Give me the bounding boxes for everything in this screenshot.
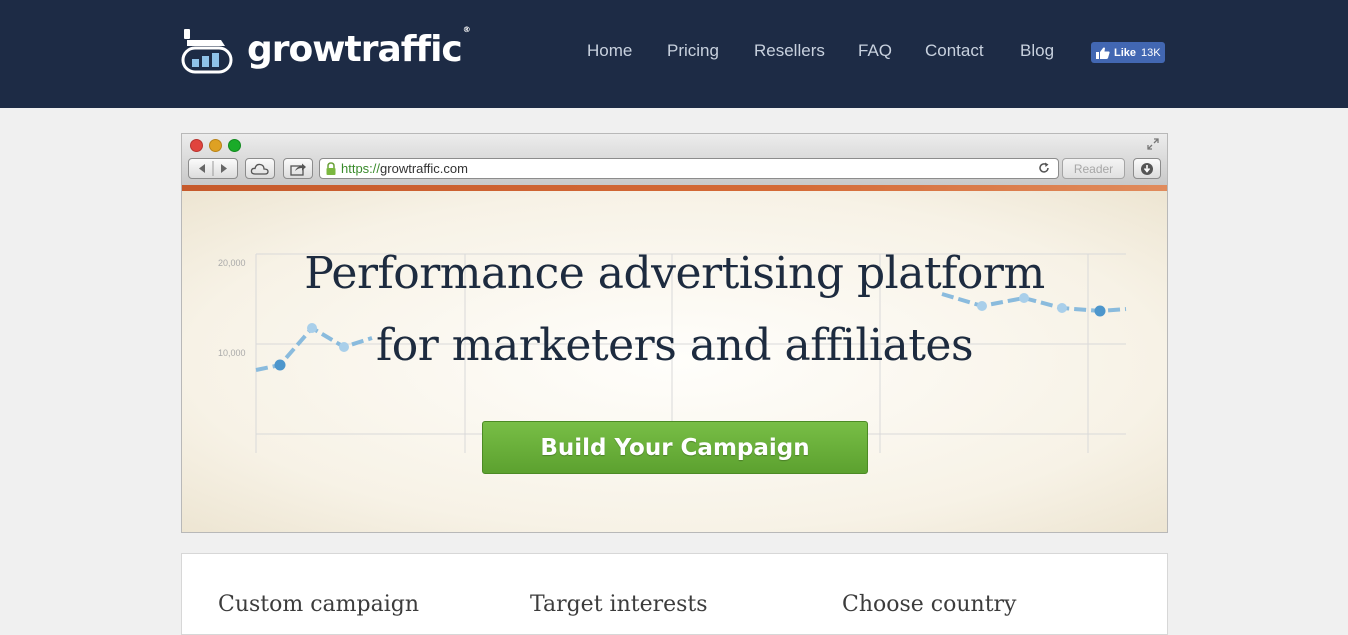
features-panel: Custom campaign Target interests Choose … xyxy=(181,553,1168,635)
url-scheme: https:// xyxy=(341,161,381,176)
reload-icon[interactable] xyxy=(1038,162,1050,174)
downloads-button[interactable] xyxy=(1133,158,1161,179)
address-bar[interactable]: https://growtraffic.com xyxy=(319,158,1059,179)
back-forward-arrows-icon xyxy=(199,161,227,176)
hero-section: 20,000 10,000 Performance advertising pl… xyxy=(182,191,1167,532)
browser-mockup: https://growtraffic.com Reader 20,000 10… xyxy=(181,133,1168,533)
feature-custom-campaign: Custom campaign xyxy=(218,592,420,617)
url-host: growtraffic.com xyxy=(380,161,468,176)
like-count: 13K xyxy=(1141,46,1161,59)
window-zoom-light xyxy=(228,139,241,152)
icloud-tabs-button[interactable] xyxy=(245,158,275,179)
window-close-light xyxy=(190,139,203,152)
thumbs-up-icon xyxy=(1096,47,1110,59)
download-icon xyxy=(1141,162,1153,175)
nav-blog[interactable]: Blog xyxy=(1020,41,1054,61)
hero-headline-line-2: for marketers and affiliates xyxy=(375,320,974,371)
nav-resellers[interactable]: Resellers xyxy=(754,41,825,61)
logo-truck-icon xyxy=(181,29,233,74)
fullscreen-expand-icon xyxy=(1147,138,1159,150)
share-button[interactable] xyxy=(283,158,313,179)
lock-icon xyxy=(326,161,336,175)
cloud-icon xyxy=(250,163,269,175)
browser-toolbar: https://growtraffic.com Reader xyxy=(182,134,1167,186)
nav-pricing[interactable]: Pricing xyxy=(667,41,719,61)
facebook-like-button[interactable]: Like 13K xyxy=(1091,42,1165,63)
nav-contact[interactable]: Contact xyxy=(925,41,984,61)
feature-target-interests: Target interests xyxy=(530,592,708,617)
feature-choose-country: Choose country xyxy=(842,592,1017,617)
reader-button[interactable]: Reader xyxy=(1062,158,1125,179)
build-campaign-button[interactable]: Build Your Campaign xyxy=(482,421,868,474)
logo-text: growtraffic® xyxy=(247,24,471,70)
window-minimize-light xyxy=(209,139,222,152)
like-label: Like xyxy=(1114,46,1137,59)
nav-faq[interactable]: FAQ xyxy=(858,41,892,61)
nav-home[interactable]: Home xyxy=(587,41,632,61)
back-forward-buttons[interactable] xyxy=(188,158,238,179)
site-header: growtraffic® Home Pricing Resellers FAQ … xyxy=(0,0,1348,108)
share-icon xyxy=(290,163,306,176)
hero-headline-line-1: Performance advertising platform xyxy=(304,248,1045,299)
logo[interactable]: growtraffic® xyxy=(181,24,471,76)
registered-mark: ® xyxy=(462,24,471,34)
